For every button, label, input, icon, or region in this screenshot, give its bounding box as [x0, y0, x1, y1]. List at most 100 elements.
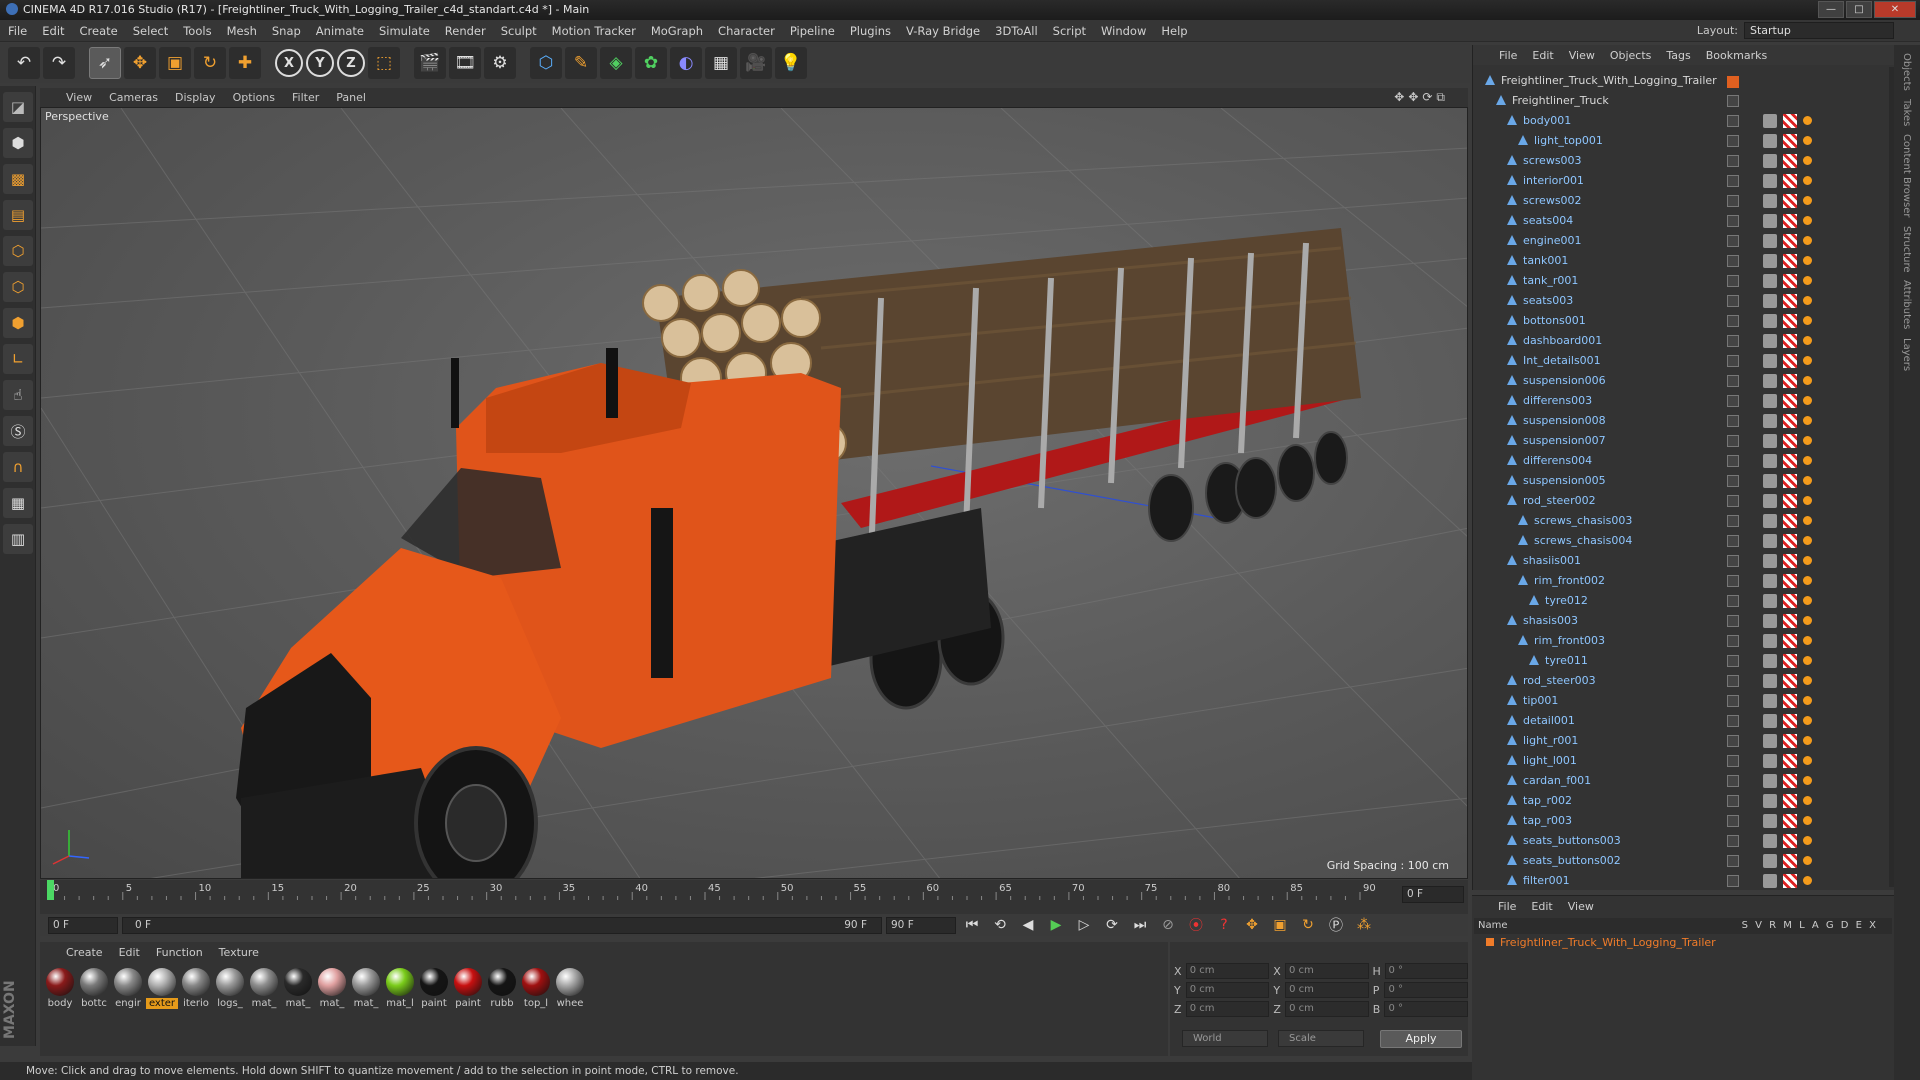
- material-tag-icon[interactable]: [1783, 574, 1797, 588]
- key-rotate-icon[interactable]: ↻: [1296, 914, 1320, 936]
- material-tag-icon[interactable]: [1783, 194, 1797, 208]
- material-tag-icon[interactable]: [1783, 794, 1797, 808]
- object-row[interactable]: detail001: [1473, 711, 1893, 731]
- coord-value-field[interactable]: 0 °: [1384, 963, 1468, 979]
- visibility-check-icon[interactable]: [1727, 475, 1739, 487]
- object-row[interactable]: light_l001: [1473, 751, 1893, 771]
- object-row[interactable]: Freightliner_Truck: [1473, 91, 1893, 111]
- texture-tag-icon[interactable]: [1763, 794, 1777, 808]
- phong-tag-icon[interactable]: [1803, 776, 1812, 785]
- material-swatch[interactable]: mat_: [248, 968, 280, 1009]
- material-tag-icon[interactable]: [1783, 454, 1797, 468]
- phong-tag-icon[interactable]: [1803, 856, 1812, 865]
- layer-menu-edit[interactable]: Edit: [1531, 900, 1552, 913]
- object-row[interactable]: Freightliner_Truck_With_Logging_Trailer: [1473, 71, 1893, 91]
- object-row[interactable]: screws_chasis004: [1473, 531, 1893, 551]
- visibility-check-icon[interactable]: [1727, 375, 1739, 387]
- side-tab-content-browser[interactable]: Content Browser: [1901, 134, 1912, 217]
- visibility-check-icon[interactable]: [1727, 655, 1739, 667]
- phong-tag-icon[interactable]: [1803, 256, 1812, 265]
- y-axis-button[interactable]: Y: [306, 49, 334, 77]
- visibility-check-icon[interactable]: [1727, 515, 1739, 527]
- menu-simulate[interactable]: Simulate: [379, 24, 430, 38]
- visibility-check-icon[interactable]: [1727, 335, 1739, 347]
- material-tag-icon[interactable]: [1783, 134, 1797, 148]
- texture-tag-icon[interactable]: [1763, 274, 1777, 288]
- side-tab-layers[interactable]: Layers: [1901, 338, 1912, 371]
- close-button[interactable]: ✕: [1874, 1, 1916, 18]
- texture-mode-icon[interactable]: ▩: [3, 164, 33, 194]
- layer-menu-file[interactable]: File: [1498, 900, 1516, 913]
- material-swatch[interactable]: mat_: [350, 968, 382, 1009]
- visibility-check-icon[interactable]: [1727, 95, 1739, 107]
- material-tag-icon[interactable]: [1783, 314, 1797, 328]
- object-menu-file[interactable]: File: [1499, 49, 1517, 62]
- object-row[interactable]: differens003: [1473, 391, 1893, 411]
- material-tag-icon[interactable]: [1783, 234, 1797, 248]
- material-tag-icon[interactable]: [1783, 354, 1797, 368]
- material-tag-icon[interactable]: [1783, 214, 1797, 228]
- phong-tag-icon[interactable]: [1803, 716, 1812, 725]
- menu-mesh[interactable]: Mesh: [227, 24, 257, 38]
- object-row[interactable]: Int_details001: [1473, 351, 1893, 371]
- material-tag-icon[interactable]: [1783, 654, 1797, 668]
- magnet-icon[interactable]: ∩: [3, 452, 33, 482]
- object-row[interactable]: suspension006: [1473, 371, 1893, 391]
- texture-tag-icon[interactable]: [1763, 114, 1777, 128]
- phong-tag-icon[interactable]: [1803, 376, 1812, 385]
- material-menu-function[interactable]: Function: [156, 946, 203, 959]
- visibility-check-icon[interactable]: [1727, 235, 1739, 247]
- material-swatch[interactable]: mat_: [282, 968, 314, 1009]
- object-row[interactable]: light_top001: [1473, 131, 1893, 151]
- texture-tag-icon[interactable]: [1763, 534, 1777, 548]
- visibility-check-icon[interactable]: [1727, 215, 1739, 227]
- start-frame-field[interactable]: 0 F: [48, 916, 118, 934]
- menu-tools[interactable]: Tools: [183, 24, 211, 38]
- side-tab-structure[interactable]: Structure: [1901, 226, 1912, 273]
- phong-tag-icon[interactable]: [1803, 616, 1812, 625]
- move-icon[interactable]: ✥: [124, 47, 156, 79]
- autokey-icon[interactable]: ?: [1212, 914, 1236, 936]
- make-editable-icon[interactable]: ◪: [3, 92, 33, 122]
- phong-tag-icon[interactable]: [1803, 476, 1812, 485]
- phong-tag-icon[interactable]: [1803, 356, 1812, 365]
- object-row[interactable]: seats003: [1473, 291, 1893, 311]
- viewport-menu-options[interactable]: Options: [233, 91, 275, 104]
- visibility-check-icon[interactable]: [1727, 155, 1739, 167]
- object-row[interactable]: bottons001: [1473, 311, 1893, 331]
- texture-tag-icon[interactable]: [1763, 314, 1777, 328]
- visibility-check-icon[interactable]: [1727, 735, 1739, 747]
- apply-button[interactable]: Apply: [1380, 1030, 1462, 1048]
- tweak-mode-icon[interactable]: ☝: [3, 380, 33, 410]
- texture-tag-icon[interactable]: [1763, 634, 1777, 648]
- texture-tag-icon[interactable]: [1763, 214, 1777, 228]
- visibility-check-icon[interactable]: [1727, 175, 1739, 187]
- menu-v-ray-bridge[interactable]: V-Ray Bridge: [906, 24, 980, 38]
- texture-tag-icon[interactable]: [1763, 734, 1777, 748]
- edges-mode-icon[interactable]: ⬡: [3, 272, 33, 302]
- phong-tag-icon[interactable]: [1803, 176, 1812, 185]
- texture-tag-icon[interactable]: [1763, 834, 1777, 848]
- material-tag-icon[interactable]: [1783, 854, 1797, 868]
- phong-tag-icon[interactable]: [1803, 796, 1812, 805]
- phong-tag-icon[interactable]: [1803, 116, 1812, 125]
- material-swatch[interactable]: paint: [418, 968, 450, 1009]
- material-tag-icon[interactable]: [1783, 434, 1797, 448]
- material-swatch[interactable]: iterio: [180, 968, 212, 1009]
- phong-tag-icon[interactable]: [1803, 836, 1812, 845]
- frame-range-slider[interactable]: 0 F 90 F: [122, 916, 882, 934]
- viewport-nav-icons[interactable]: ✥✥⟳⧉: [1394, 90, 1449, 105]
- phong-tag-icon[interactable]: [1803, 276, 1812, 285]
- coord-value-field[interactable]: 0 cm: [1185, 1001, 1270, 1017]
- visibility-check-icon[interactable]: [1727, 835, 1739, 847]
- object-row[interactable]: engine001: [1473, 231, 1893, 251]
- goto-end-icon[interactable]: ⏭: [1128, 914, 1152, 936]
- material-menu-texture[interactable]: Texture: [219, 946, 259, 959]
- phong-tag-icon[interactable]: [1803, 876, 1812, 885]
- object-row[interactable]: tyre011: [1473, 651, 1893, 671]
- texture-tag-icon[interactable]: [1763, 694, 1777, 708]
- visibility-check-icon[interactable]: [1727, 135, 1739, 147]
- phong-tag-icon[interactable]: [1803, 736, 1812, 745]
- layer-menu-view[interactable]: View: [1568, 900, 1594, 913]
- material-tag-icon[interactable]: [1783, 714, 1797, 728]
